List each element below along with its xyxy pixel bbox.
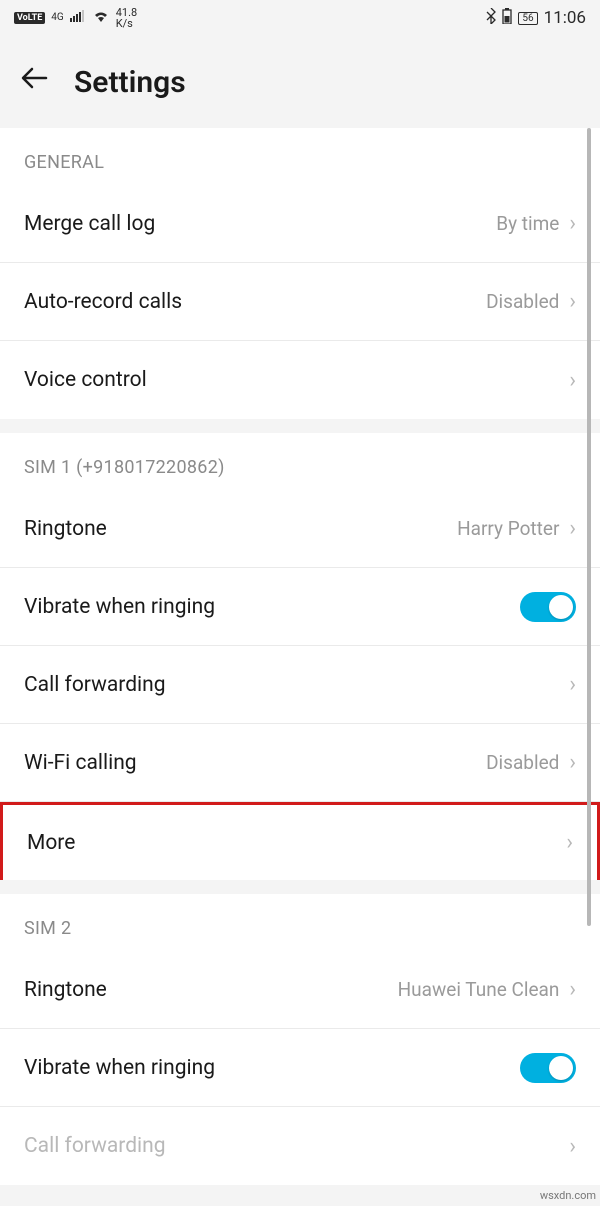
battery-icon xyxy=(502,8,512,28)
row-sim1-vibrate[interactable]: Vibrate when ringing xyxy=(0,568,600,646)
app-header: Settings xyxy=(0,36,600,128)
toggle-knob xyxy=(549,1056,573,1080)
section-divider xyxy=(0,419,600,433)
bluetooth-icon xyxy=(486,8,496,28)
chevron-right-icon: › xyxy=(569,977,576,1002)
signal-icon xyxy=(70,10,86,26)
page-title: Settings xyxy=(74,65,186,100)
chevron-right-icon: › xyxy=(569,750,576,775)
row-sim1-call-forwarding[interactable]: Call forwarding › xyxy=(0,646,600,724)
row-sim1-wifi-calling[interactable]: Wi-Fi calling Disabled › xyxy=(0,724,600,802)
section-divider xyxy=(0,880,600,894)
toggle-knob xyxy=(549,595,573,619)
row-label: Call forwarding xyxy=(24,1134,166,1158)
toggle-switch[interactable] xyxy=(520,592,576,622)
row-label: Wi-Fi calling xyxy=(24,751,137,775)
scrollbar[interactable] xyxy=(587,128,591,1206)
chevron-right-icon: › xyxy=(566,830,573,855)
row-label: More xyxy=(27,831,75,855)
section-sim2: SIM 2 Ringtone Huawei Tune Clean › Vibra… xyxy=(0,894,600,1185)
row-label: Auto-record calls xyxy=(24,290,182,314)
network-4g: 4G xyxy=(51,13,63,23)
chevron-right-icon: › xyxy=(569,368,576,393)
row-value: By time xyxy=(496,212,559,235)
status-bar: VoLTE 4G 41.8 K/s 56 11:06 xyxy=(0,0,600,36)
row-label: Ringtone xyxy=(24,978,107,1002)
section-header-general: GENERAL xyxy=(0,128,600,185)
row-label: Ringtone xyxy=(24,517,107,541)
row-value: Harry Potter xyxy=(457,517,559,540)
scrollbar-thumb[interactable] xyxy=(587,128,591,926)
section-general: GENERAL Merge call log By time › Auto-re… xyxy=(0,128,600,419)
chevron-right-icon: › xyxy=(569,289,576,314)
chevron-right-icon: › xyxy=(569,1134,576,1159)
chevron-right-icon: › xyxy=(569,211,576,236)
volte-badge: VoLTE xyxy=(14,12,45,24)
row-label: Vibrate when ringing xyxy=(24,595,215,619)
row-label: Voice control xyxy=(24,368,147,392)
section-header-sim1: SIM 1 (+918017220862) xyxy=(0,433,600,490)
network-speed: 41.8 K/s xyxy=(116,7,137,29)
row-sim2-ringtone[interactable]: Ringtone Huawei Tune Clean › xyxy=(0,951,600,1029)
row-voice-control[interactable]: Voice control › xyxy=(0,341,600,419)
status-right: 56 11:06 xyxy=(486,8,586,28)
clock: 11:06 xyxy=(544,8,586,28)
row-sim1-ringtone[interactable]: Ringtone Harry Potter › xyxy=(0,490,600,568)
row-merge-call-log[interactable]: Merge call log By time › xyxy=(0,185,600,263)
row-label: Vibrate when ringing xyxy=(24,1056,215,1080)
row-label: Call forwarding xyxy=(24,673,166,697)
section-header-sim2: SIM 2 xyxy=(0,894,600,951)
section-sim1: SIM 1 (+918017220862) Ringtone Harry Pot… xyxy=(0,433,600,880)
wifi-icon xyxy=(92,9,110,27)
row-label: Merge call log xyxy=(24,212,155,236)
battery-percent: 56 xyxy=(518,12,537,25)
row-sim2-call-forwarding[interactable]: Call forwarding › xyxy=(0,1107,600,1185)
status-left: VoLTE 4G 41.8 K/s xyxy=(14,7,137,29)
chevron-right-icon: › xyxy=(569,672,576,697)
row-value: Disabled xyxy=(486,751,559,774)
back-arrow-icon[interactable] xyxy=(18,62,50,103)
row-value: Huawei Tune Clean xyxy=(398,978,560,1001)
chevron-right-icon: › xyxy=(569,516,576,541)
row-sim2-vibrate[interactable]: Vibrate when ringing xyxy=(0,1029,600,1107)
watermark: wsxdn.com xyxy=(540,1189,596,1202)
row-value: Disabled xyxy=(486,290,559,313)
toggle-switch[interactable] xyxy=(520,1053,576,1083)
row-sim1-more[interactable]: More › xyxy=(0,802,600,880)
row-auto-record-calls[interactable]: Auto-record calls Disabled › xyxy=(0,263,600,341)
